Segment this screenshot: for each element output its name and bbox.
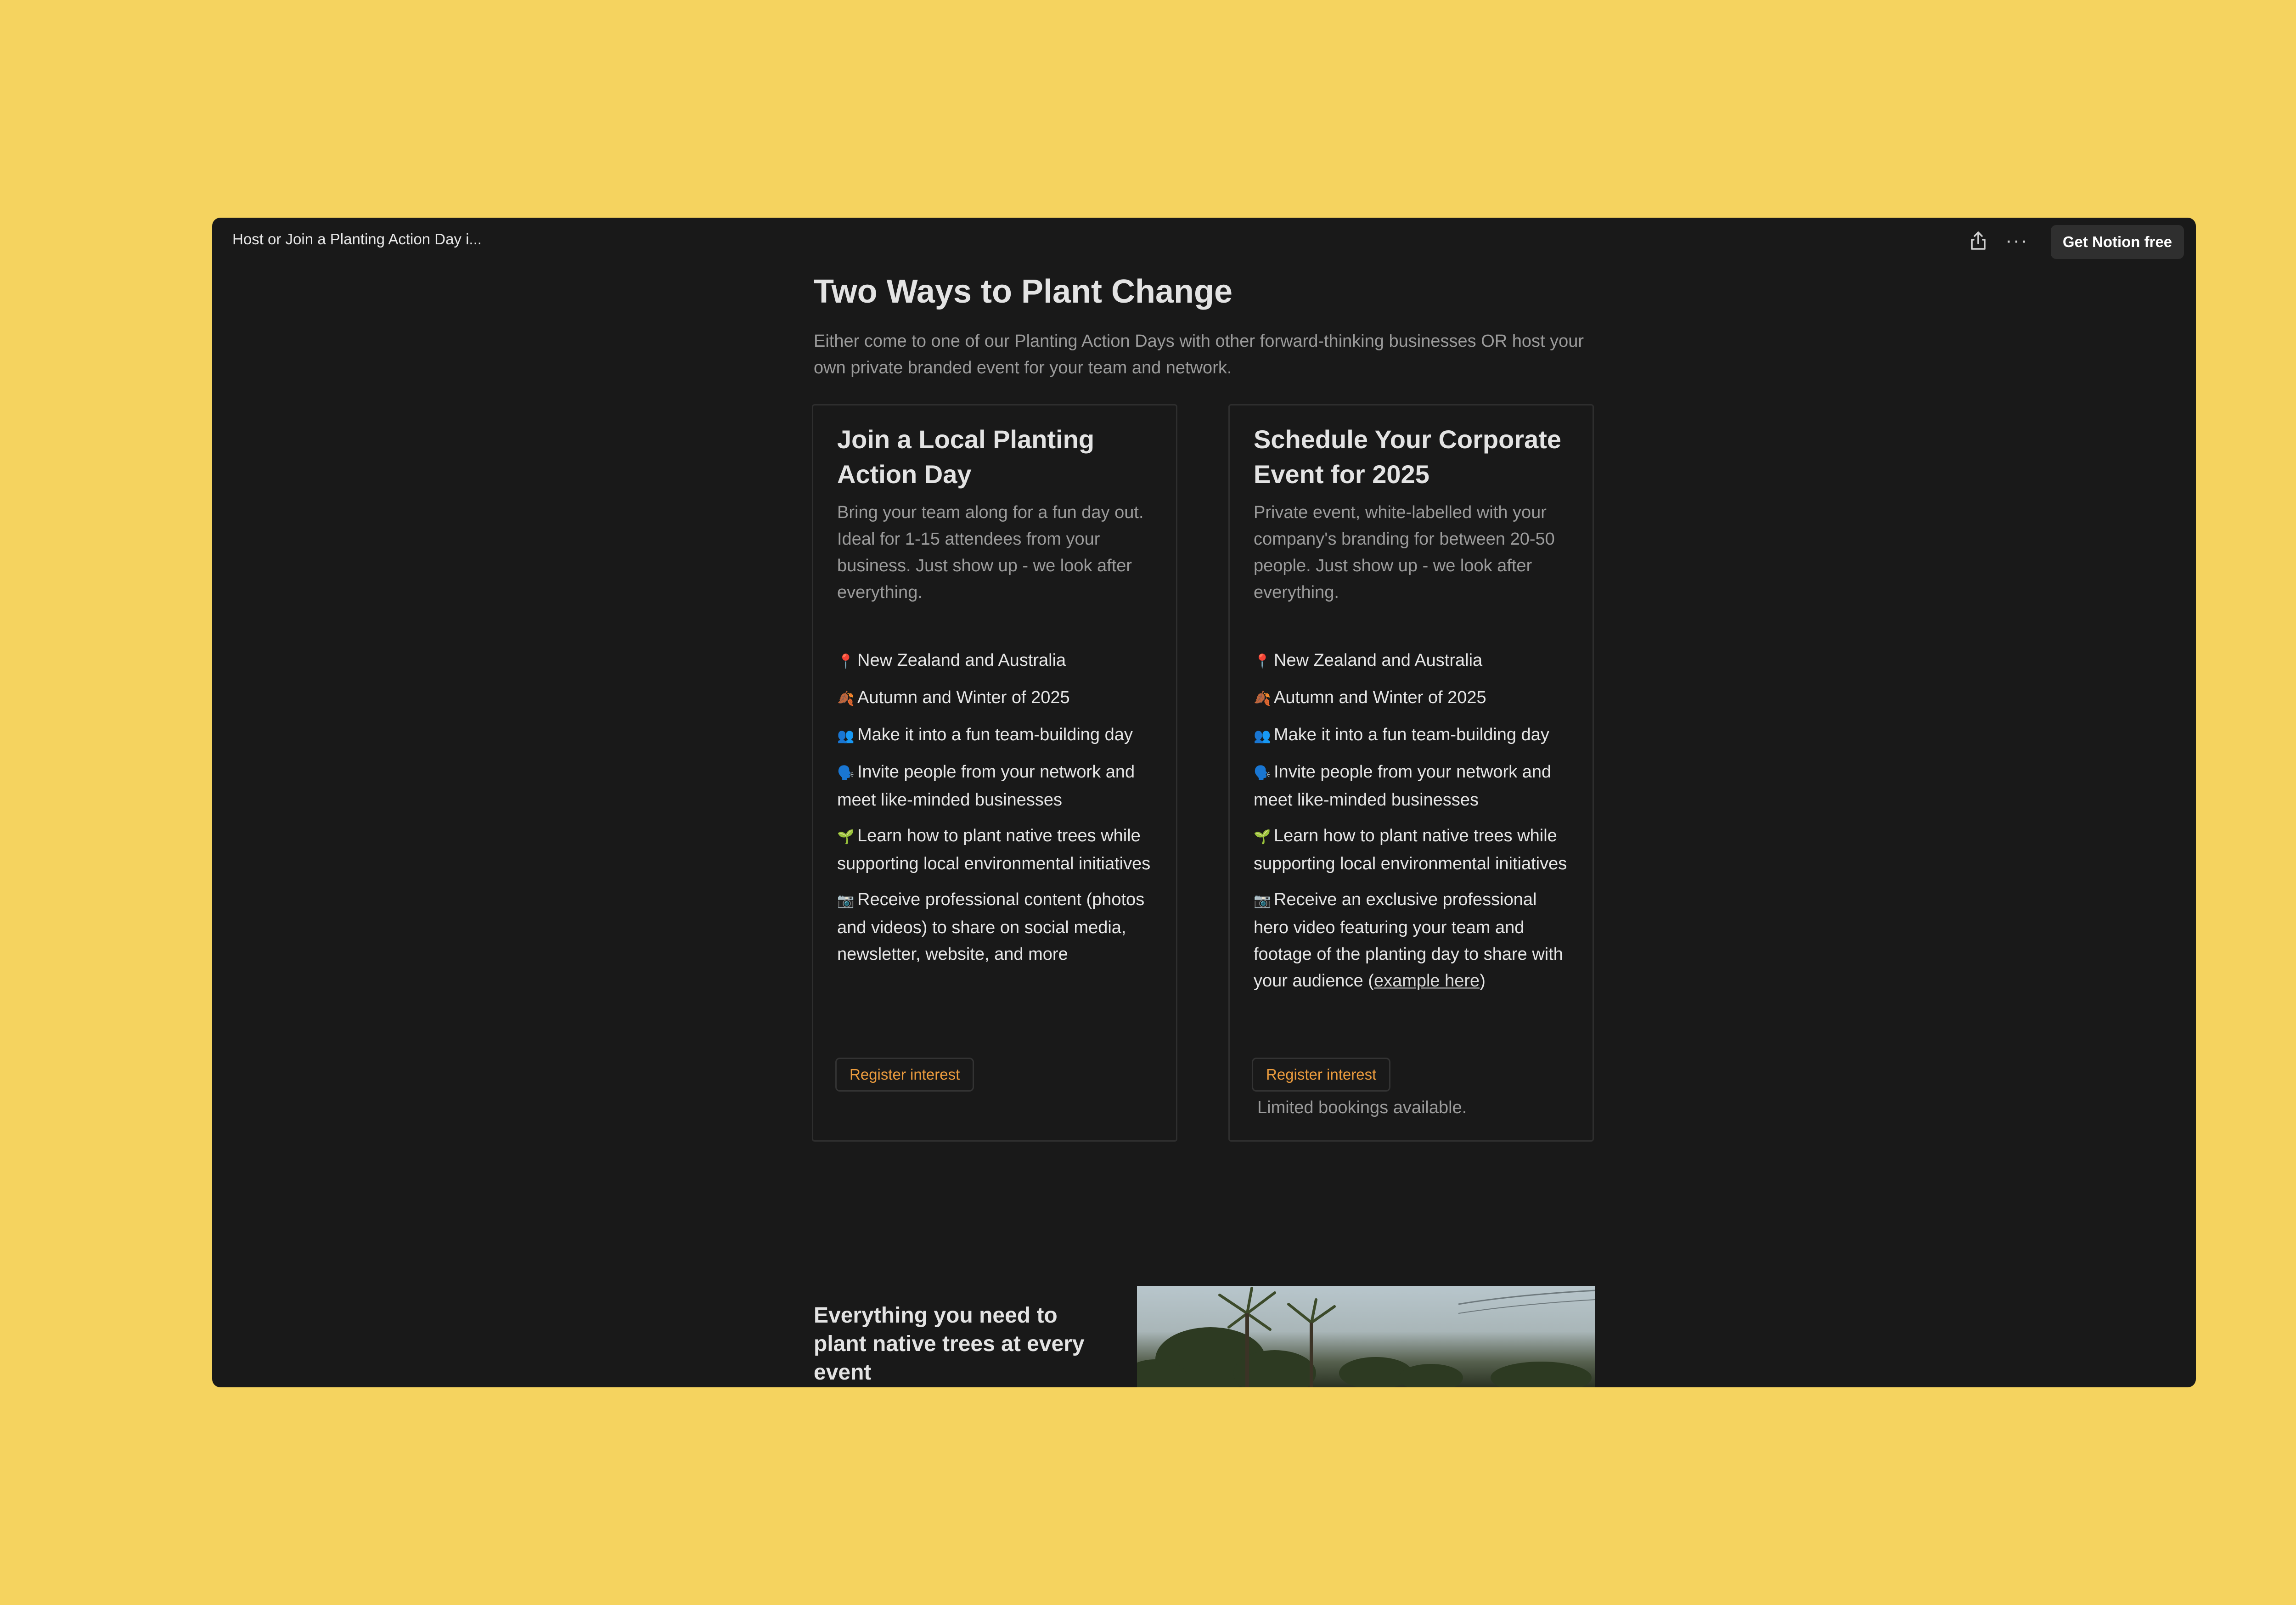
get-notion-free-button[interactable]: Get Notion free [2051,225,2184,259]
feature-text: Invite people from your network and meet… [1254,762,1552,810]
feature-text-suffix: ) [1480,971,1486,991]
card-title: Join a Local Planting Action Day [837,425,1095,489]
people-icon: 👥 [1254,728,1271,743]
speaking-head-icon: 🗣️ [837,766,855,781]
feature-item-team: 👥 Make it into a fun team-building day [1254,721,1575,749]
feature-list: 📍 New Zealand and Australia 🍂 Autumn and W… [837,647,1159,977]
page-breadcrumb-title[interactable]: Host or Join a Planting Action Day i... [232,231,482,248]
share-icon[interactable] [1965,228,1991,253]
pin-icon: 📍 [837,654,855,669]
feature-item-team: 👥 Make it into a fun team-building day [837,721,1159,749]
page-title: Two Ways to Plant Change [814,273,1233,310]
card-title: Schedule Your Corporate Event for 2025 [1254,425,1562,489]
feature-item-season: 🍂 Autumn and Winter of 2025 [1254,684,1575,712]
feature-item-season: 🍂 Autumn and Winter of 2025 [837,684,1159,712]
card-join-local-day: Join a Local Planting Action Day Bring y… [812,404,1177,1142]
pin-icon: 📍 [1254,654,1271,669]
card-description: Bring your team along for a fun day out.… [837,503,1144,602]
seedling-icon: 🌱 [1254,829,1271,845]
feature-item-learn: 🌱 Learn how to plant native trees while s… [837,822,1159,877]
feature-text: Make it into a fun team-building day [857,725,1133,744]
app-window: Host or Join a Planting Action Day i... … [212,218,2196,1387]
trees-photo [1137,1286,1595,1387]
register-interest-button[interactable]: Register interest [835,1058,974,1092]
card-header: Schedule Your Corporate Event for 2025 P… [1254,422,1575,606]
feature-item-location: 📍 New Zealand and Australia [837,647,1159,675]
feature-list: 📍 New Zealand and Australia 🍂 Autumn and W… [1254,647,1575,1003]
feature-item-network: 🗣️ Invite people from your network and me… [837,759,1159,813]
feature-text: Invite people from your network and meet… [837,762,1135,810]
more-options-icon[interactable]: ··· [2004,228,2030,253]
limited-bookings-note: Limited bookings available. [1257,1098,1467,1117]
page-description: Either come to one of our Planting Actio… [814,332,1584,377]
feature-item-network: 🗣️ Invite people from your network and me… [1254,759,1575,813]
feature-item-location: 📍 New Zealand and Australia [1254,647,1575,675]
leaf-icon: 🍂 [837,691,855,706]
feature-text: Receive professional content (photos and… [837,890,1145,964]
feature-text: Make it into a fun team-building day [1274,725,1549,744]
register-interest-button[interactable]: Register interest [1252,1058,1391,1092]
people-icon: 👥 [837,728,855,743]
feature-text: Autumn and Winter of 2025 [1274,688,1486,707]
feature-item-hero-video: 📷 Receive an exclusive professional hero … [1254,886,1575,994]
camera-icon: 📷 [1254,893,1271,908]
seedling-icon: 🌱 [837,829,855,845]
card-header: Join a Local Planting Action Day Bring y… [837,422,1159,606]
feature-text: New Zealand and Australia [1274,651,1483,670]
camera-icon: 📷 [837,893,855,908]
speaking-head-icon: 🗣️ [1254,766,1271,781]
feature-text: Learn how to plant native trees while su… [1254,826,1567,873]
feature-item-learn: 🌱 Learn how to plant native trees while s… [1254,822,1575,877]
card-description: Private event, white-labelled with your … [1254,503,1555,602]
top-bar: Host or Join a Planting Action Day i... … [212,218,2196,264]
feature-text: Learn how to plant native trees while su… [837,826,1151,873]
card-corporate-event: Schedule Your Corporate Event for 2025 P… [1228,404,1594,1142]
example-link[interactable]: example here [1374,971,1480,991]
feature-text: Autumn and Winter of 2025 [857,688,1070,707]
feature-item-content: 📷 Receive professional content (photos an… [837,886,1159,968]
section-heading: Everything you need to plant native tree… [814,1303,1085,1385]
leaf-icon: 🍂 [1254,691,1271,706]
feature-text: New Zealand and Australia [857,651,1066,670]
